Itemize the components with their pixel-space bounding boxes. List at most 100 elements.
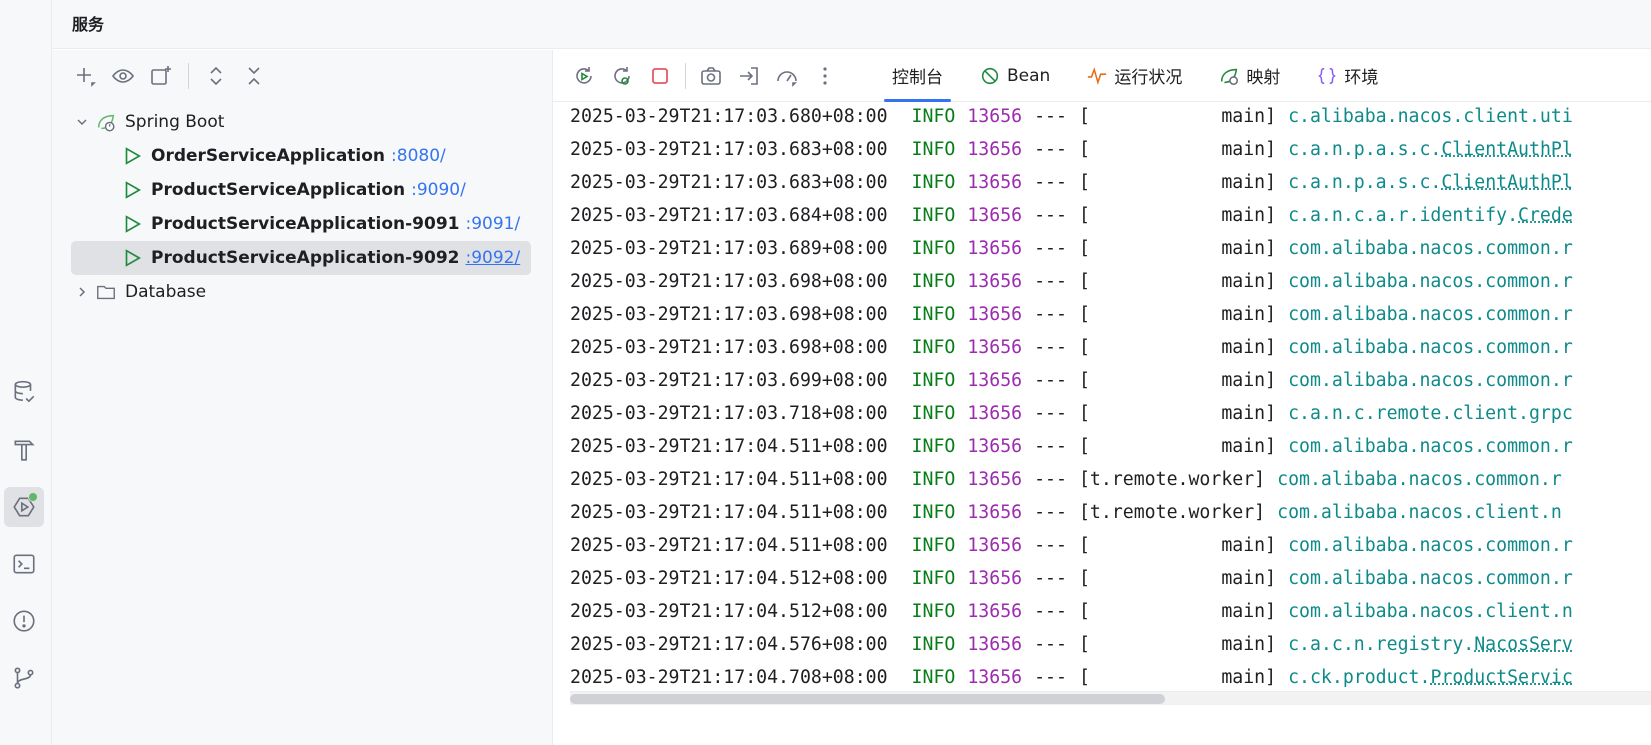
running-indicator [28, 492, 38, 502]
tab-label: 控制台 [892, 68, 943, 88]
tab-mapping[interactable]: 映射 [1200, 50, 1298, 102]
collapse-all-icon[interactable] [237, 59, 271, 93]
tab-health[interactable]: 运行状况 [1068, 50, 1200, 102]
tree-node-spring-boot[interactable]: Spring Boot [71, 105, 531, 139]
log-thread: [t.remote.worker] [1078, 502, 1266, 523]
log-timestamp: 2025-03-29T21:17:04.512+08:00 [570, 601, 888, 622]
mapping-icon [1221, 68, 1239, 85]
horizontal-scrollbar[interactable] [570, 691, 1651, 705]
health-icon [1088, 66, 1107, 85]
log-pid: 13656 [967, 436, 1023, 457]
tree-node-database[interactable]: Database [71, 275, 531, 309]
add-icon[interactable] [68, 59, 102, 93]
log-thread: [ main] [1078, 370, 1277, 391]
expand-all-icon[interactable] [199, 59, 233, 93]
console-log[interactable]: 2025-03-29T21:17:03.680+08:00 INFO 13656 --… [570, 100, 1651, 694]
log-logger-text: com.alibaba.nacos.common.r [1288, 271, 1573, 292]
tab-bean[interactable]: Bean [961, 50, 1068, 102]
log-separator: --- [1034, 271, 1067, 292]
log-timestamp: 2025-03-29T21:17:04.511+08:00 [570, 469, 888, 490]
log-line: 2025-03-29T21:17:03.698+08:00 INFO 13656 --… [570, 298, 1651, 331]
tree-node-app[interactable]: ProductServiceApplication-9091 :9091/ [71, 207, 531, 241]
tool-window-strip [0, 0, 52, 745]
log-class-link[interactable]: NacosServ [1474, 634, 1573, 655]
log-separator: --- [1034, 502, 1067, 523]
screenshot-icon[interactable] [692, 57, 730, 95]
log-separator: --- [1034, 139, 1067, 160]
log-pid: 13656 [967, 601, 1023, 622]
bean-icon [981, 67, 999, 84]
eye-icon[interactable] [106, 59, 140, 93]
app-port-link[interactable]: :9090/ [411, 180, 466, 200]
log-pid: 13656 [967, 238, 1023, 259]
console-panel: 控制台 Bean 运行状况 映射 环境 2025-03-29T21:17:03.… [553, 50, 1651, 745]
log-logger-text: c.ck.product. [1288, 667, 1431, 688]
log-separator: --- [1034, 535, 1067, 556]
log-line: 2025-03-29T21:17:04.512+08:00 INFO 13656 --… [570, 562, 1651, 595]
app-port-link[interactable]: :8080/ [391, 146, 446, 166]
new-group-icon[interactable] [144, 59, 178, 93]
log-thread: [ main] [1078, 601, 1277, 622]
log-thread: [ main] [1078, 205, 1277, 226]
rerun-icon[interactable] [565, 57, 603, 95]
log-thread: [ main] [1078, 436, 1277, 457]
chevron-right-icon[interactable] [71, 281, 93, 303]
rerun-debug-icon[interactable] [603, 57, 641, 95]
terminal-icon[interactable] [4, 544, 44, 584]
log-logger-text: c.a.n.p.a.s.c. [1288, 139, 1442, 160]
build-hammer-icon[interactable] [4, 430, 44, 470]
log-timestamp: 2025-03-29T21:17:04.708+08:00 [570, 667, 888, 688]
chevron-down-icon[interactable] [71, 111, 93, 133]
log-pid: 13656 [967, 502, 1023, 523]
app-name: OrderServiceApplication [151, 146, 386, 166]
environment-icon [1318, 67, 1336, 84]
log-class-link[interactable]: ProductServic [1430, 667, 1572, 688]
log-logger: c.a.n.p.a.s.c.ClientAuthPl [1288, 133, 1573, 166]
log-level: INFO [911, 205, 956, 226]
page-title: 服务 [72, 15, 105, 34]
log-class-link[interactable]: Crede [1518, 205, 1573, 226]
tree-node-app[interactable]: OrderServiceApplication :8080/ [71, 139, 531, 173]
log-thread: [ main] [1078, 271, 1277, 292]
log-level: INFO [911, 667, 956, 688]
log-separator: --- [1034, 634, 1067, 655]
log-logger-text: com.alibaba.nacos.common.r [1288, 337, 1573, 358]
log-line: 2025-03-29T21:17:04.511+08:00 INFO 13656 --… [570, 496, 1651, 529]
log-logger: c.a.n.p.a.s.c.ClientAuthPl [1288, 166, 1573, 199]
log-line: 2025-03-29T21:17:03.683+08:00 INFO 13656 --… [570, 166, 1651, 199]
database-check-icon[interactable] [4, 372, 44, 412]
scrollbar-thumb[interactable] [570, 694, 1165, 704]
log-level: INFO [911, 337, 956, 358]
log-level: INFO [911, 436, 956, 457]
tree-node-app-selected[interactable]: ProductServiceApplication-9092 :9092/ [71, 241, 531, 275]
log-line: 2025-03-29T21:17:03.699+08:00 INFO 13656 --… [570, 364, 1651, 397]
log-thread: [ main] [1078, 403, 1277, 424]
problems-icon[interactable] [4, 601, 44, 641]
log-timestamp: 2025-03-29T21:17:03.698+08:00 [570, 304, 888, 325]
more-vertical-icon[interactable] [806, 57, 844, 95]
log-level: INFO [911, 238, 956, 259]
tab-console[interactable]: 控制台 [874, 50, 961, 102]
attach-icon[interactable] [730, 57, 768, 95]
log-class-link[interactable]: ClientAuthPl [1441, 172, 1572, 193]
log-line: 2025-03-29T21:17:03.684+08:00 INFO 13656 --… [570, 199, 1651, 232]
git-branch-icon[interactable] [4, 658, 44, 698]
log-logger-text: com.alibaba.nacos.client.n [1277, 502, 1562, 523]
services-icon[interactable] [4, 487, 44, 527]
app-port-link[interactable]: :9092/ [465, 248, 520, 268]
toolbar-separator [188, 63, 189, 89]
tree-node-app[interactable]: ProductServiceApplication :9090/ [71, 173, 531, 207]
log-logger-text: c.a.n.c.a.r.identify. [1288, 205, 1519, 226]
log-logger-text: com.alibaba.nacos.common.r [1288, 436, 1573, 457]
toolbar-separator [685, 62, 686, 89]
stop-icon[interactable] [641, 57, 679, 95]
log-logger-text: com.alibaba.nacos.common.r [1288, 535, 1573, 556]
log-class-link[interactable]: ClientAuthPl [1441, 139, 1572, 160]
profiler-icon[interactable] [768, 57, 806, 95]
tab-environment[interactable]: 环境 [1298, 50, 1396, 102]
log-level: INFO [911, 469, 956, 490]
app-port-link[interactable]: :9091/ [465, 214, 520, 234]
log-logger-text: c.alibaba.nacos.client.uti [1288, 106, 1573, 127]
log-separator: --- [1034, 106, 1067, 127]
log-line: 2025-03-29T21:17:04.511+08:00 INFO 13656 --… [570, 529, 1651, 562]
